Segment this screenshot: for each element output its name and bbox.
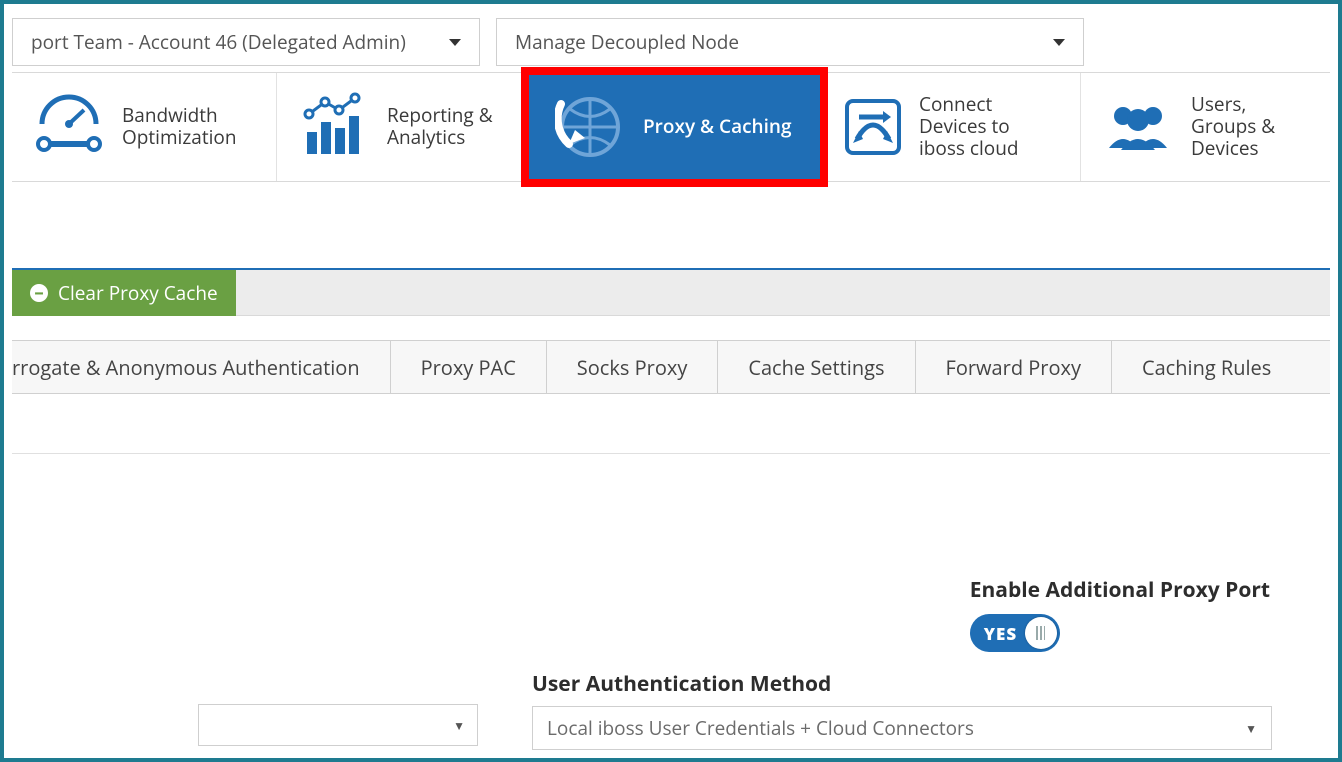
toggle-value: YES (984, 622, 1017, 645)
spacer (12, 394, 1330, 454)
gauge-wrench-icon (34, 92, 104, 162)
setting-label: Enable Additional Proxy Port (970, 576, 1270, 604)
user-auth-method-value: Local iboss User Credentials + Cloud Con… (547, 715, 974, 741)
tab-caching-rules[interactable]: Caching Rules (1112, 341, 1301, 393)
bar-chart-icon (299, 92, 369, 162)
minus-circle-icon: − (30, 284, 48, 302)
user-auth-method-setting: User Authentication Method Local iboss U… (532, 670, 1272, 750)
toggle-knob (1025, 617, 1057, 649)
chevron-down-icon: ▼ (1245, 720, 1257, 737)
users-group-icon (1103, 92, 1173, 162)
nav-proxy-caching[interactable]: Proxy & Caching (527, 73, 823, 181)
nav-label: Bandwidth Optimization (122, 105, 254, 149)
tab-label: Forward Proxy (946, 354, 1081, 381)
nav-reporting-analytics[interactable]: Reporting & Analytics (277, 73, 527, 181)
node-selector-label: Manage Decoupled Node (515, 29, 739, 55)
clear-proxy-cache-label: Clear Proxy Cache (58, 280, 218, 306)
main-nav: Bandwidth Optimization (12, 72, 1330, 182)
settings-panel: Enable Additional Proxy Port YES ▼ User … (12, 454, 1330, 750)
tab-label: Cache Settings (748, 354, 884, 381)
nav-label: Connect Devices to iboss cloud (919, 94, 1058, 160)
tab-socks-proxy[interactable]: Socks Proxy (547, 341, 719, 393)
tab-cache-settings[interactable]: Cache Settings (718, 341, 915, 393)
setting-label: User Authentication Method (532, 670, 1272, 698)
nav-connect-devices[interactable]: Connect Devices to iboss cloud (823, 73, 1081, 181)
nav-label: Users, Groups & Devices (1191, 94, 1311, 160)
enable-additional-proxy-port-toggle[interactable]: YES (970, 614, 1060, 652)
account-selector-label: port Team - Account 46 (Delegated Admin) (31, 29, 406, 55)
account-selector[interactable]: port Team - Account 46 (Delegated Admin) (12, 18, 480, 66)
chevron-down-icon: ▼ (453, 717, 465, 734)
chevron-down-icon (1053, 39, 1065, 46)
enable-additional-proxy-port-setting: Enable Additional Proxy Port YES (970, 576, 1270, 652)
tab-forward-proxy[interactable]: Forward Proxy (916, 341, 1112, 393)
sub-tabs: rrogate & Anonymous Authentication Proxy… (12, 340, 1330, 394)
tab-label: rrogate & Anonymous Authentication (12, 354, 360, 381)
tab-proxy-pac[interactable]: Proxy PAC (391, 341, 547, 393)
partial-select[interactable]: ▼ (198, 704, 478, 746)
tab-label: Proxy PAC (421, 354, 516, 381)
nav-bandwidth-optimization[interactable]: Bandwidth Optimization (12, 73, 277, 181)
globe-arrow-icon (555, 92, 625, 162)
nav-label: Reporting & Analytics (387, 105, 504, 149)
nav-users-groups-devices[interactable]: Users, Groups & Devices (1081, 73, 1330, 181)
tab-surrogate-anonymous-auth[interactable]: rrogate & Anonymous Authentication (12, 341, 391, 393)
user-auth-method-select[interactable]: Local iboss User Credentials + Cloud Con… (532, 706, 1272, 750)
routing-arrows-icon (845, 92, 901, 162)
grip-icon (1036, 626, 1045, 640)
chevron-down-icon (449, 39, 461, 46)
top-selectors: port Team - Account 46 (Delegated Admin)… (12, 12, 1330, 72)
action-bar: − Clear Proxy Cache (12, 270, 1330, 316)
tab-label: Caching Rules (1142, 354, 1271, 381)
spacer (12, 182, 1330, 270)
tab-label: Socks Proxy (577, 354, 688, 381)
node-selector[interactable]: Manage Decoupled Node (496, 18, 1084, 66)
clear-proxy-cache-button[interactable]: − Clear Proxy Cache (12, 270, 236, 316)
nav-label: Proxy & Caching (643, 116, 792, 138)
